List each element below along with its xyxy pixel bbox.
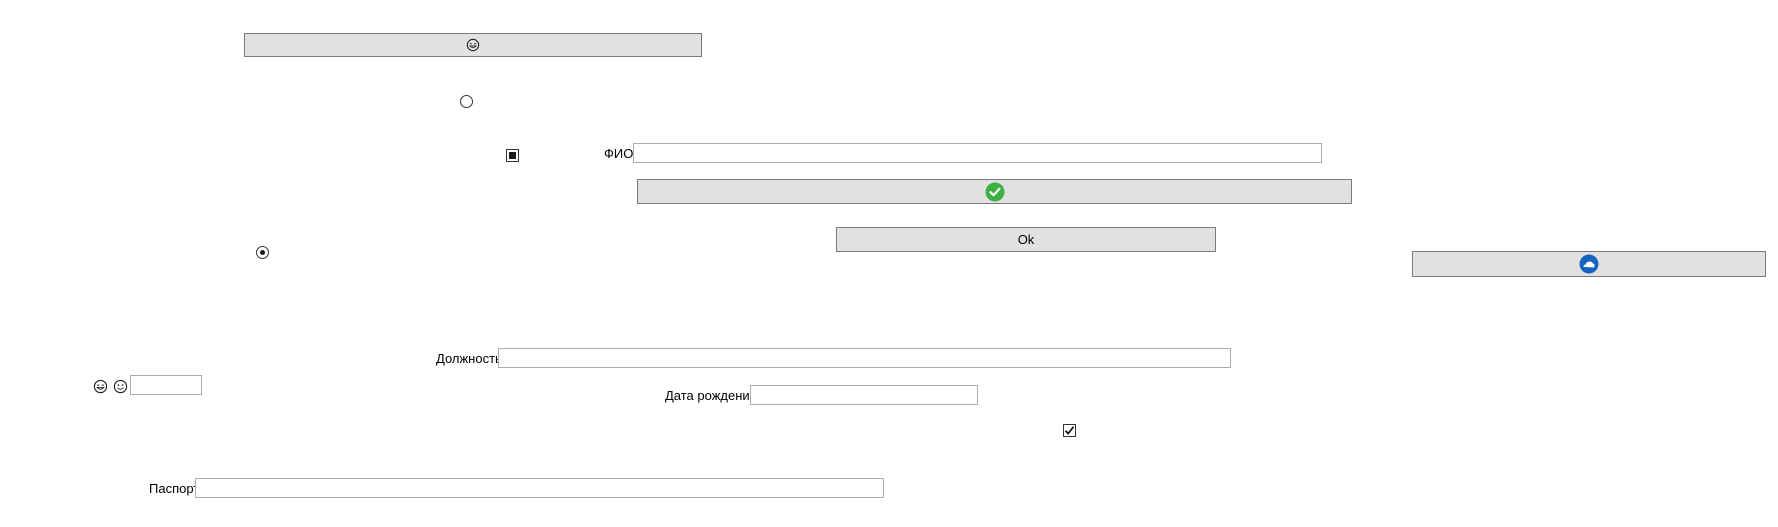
smiling-face-icon	[113, 379, 128, 394]
fio-label: ФИО	[604, 146, 634, 161]
radio-selected-dot	[260, 250, 265, 255]
checkbox-indeterminate[interactable]	[506, 149, 519, 162]
laughing-face-icon	[93, 379, 108, 394]
radio-option-top[interactable]	[460, 95, 473, 108]
birthdate-field[interactable]	[750, 385, 978, 405]
grinning-tears-face-icon	[466, 38, 480, 52]
birthdate-label: Дата рождения	[665, 388, 757, 403]
cloud-button[interactable]	[1412, 251, 1766, 277]
check-mark-icon	[1064, 426, 1075, 435]
green-check-circle-icon	[985, 182, 1004, 201]
fio-field[interactable]	[633, 143, 1322, 163]
passport-label: Паспорт	[149, 481, 200, 496]
position-label: Должность	[436, 351, 502, 366]
passport-field[interactable]	[195, 478, 884, 498]
emoji-button[interactable]	[244, 33, 702, 57]
radio-option-selected[interactable]	[256, 246, 269, 259]
small-input-field[interactable]	[130, 375, 202, 395]
blue-cloud-circle-icon	[1579, 254, 1599, 274]
ok-button[interactable]: Ok	[836, 227, 1216, 252]
checkbox-checked[interactable]	[1063, 424, 1076, 437]
checkbox-indeterminate-mark	[509, 152, 516, 159]
confirm-check-button[interactable]	[637, 179, 1352, 204]
position-field[interactable]	[498, 348, 1231, 368]
